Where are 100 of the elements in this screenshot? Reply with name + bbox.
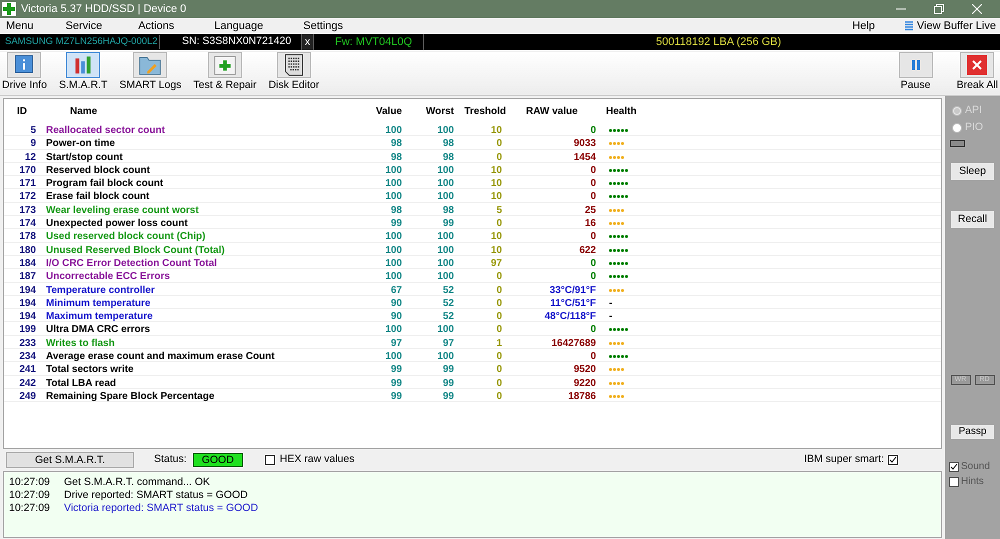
table-cell-text: 90 bbox=[390, 296, 403, 311]
table-cell-text: 171 bbox=[18, 177, 37, 192]
table-cell-text: 52 bbox=[442, 284, 455, 298]
firmware-version: Fw: MVT04L0Q bbox=[314, 34, 424, 50]
log-message: Victoria reported: SMART status = GOOD bbox=[64, 502, 258, 515]
table-cell-text: 10 bbox=[490, 190, 503, 204]
table-cell-text: 0 bbox=[589, 190, 597, 204]
table-cell-text: 0 bbox=[495, 390, 503, 404]
table-cell-text: 0 bbox=[589, 350, 597, 364]
table-cell-text: 100 bbox=[436, 270, 455, 284]
menu-item[interactable]: Service bbox=[60, 19, 102, 33]
attribute-name: Temperature controller bbox=[45, 284, 156, 298]
toolbar-button[interactable]: Drive Info bbox=[0, 52, 49, 94]
table-cell-text: 0 bbox=[495, 150, 503, 165]
cross-icon bbox=[2, 2, 16, 16]
table-cell-text: 0 bbox=[495, 217, 503, 232]
table-cell-text: 9520 bbox=[572, 363, 597, 378]
toolbar-button[interactable]: SMART Logs bbox=[117, 52, 184, 94]
table-cell-text: 170 bbox=[18, 164, 37, 178]
table-cell-text: 5 bbox=[29, 124, 37, 138]
toolbar-button[interactable]: S.M.A.R.T bbox=[56, 52, 110, 94]
menu-item[interactable]: Settings bbox=[297, 19, 343, 33]
menu-item[interactable]: Actions bbox=[132, 19, 174, 33]
view-buffer-button[interactable]: View Buffer Live bbox=[904, 18, 996, 34]
attribute-name: Writes to flash bbox=[45, 336, 116, 351]
column-header: Value bbox=[374, 104, 403, 118]
menu-item[interactable]: Help bbox=[852, 18, 875, 34]
table-cell-text: 98 bbox=[390, 204, 403, 218]
maximize-icon[interactable] bbox=[934, 4, 944, 14]
table-cell-text: 0 bbox=[589, 124, 597, 138]
check-icon bbox=[950, 462, 958, 470]
table-cell-text: 18786 bbox=[567, 390, 597, 404]
attribute-name: Ultra DMA CRC errors bbox=[45, 323, 152, 338]
column-header: ID bbox=[16, 104, 28, 118]
attribute-name: Erase fail block count bbox=[45, 190, 150, 204]
table-cell-text: 100 bbox=[384, 323, 403, 338]
toolbar-button[interactable]: Disk Editor bbox=[266, 52, 322, 94]
table-cell-text: 100 bbox=[436, 124, 455, 138]
table-cell-text: 99 bbox=[390, 376, 403, 391]
table-cell-text: 10 bbox=[490, 164, 503, 178]
table-cell-text: 98 bbox=[442, 137, 455, 152]
menu-item[interactable]: Menu bbox=[0, 19, 34, 33]
table-cell-text: 9 bbox=[29, 137, 37, 152]
table-cell-text: 0 bbox=[495, 376, 503, 391]
ibm-super-smart-checkbox[interactable]: IBM super smart: bbox=[804, 452, 898, 468]
table-cell-text: 100 bbox=[436, 350, 455, 364]
hex-checkbox[interactable]: HEX raw values bbox=[264, 452, 354, 468]
menu-item[interactable]: Language bbox=[208, 19, 264, 33]
close-device-button[interactable]: x bbox=[302, 34, 314, 50]
table-cell-text: 173 bbox=[18, 204, 37, 218]
attribute-name: Total sectors write bbox=[45, 363, 135, 378]
table-cell-text: 25 bbox=[584, 204, 597, 218]
table-cell-text: 98 bbox=[442, 150, 455, 165]
table-cell-text: 0 bbox=[589, 323, 597, 338]
table-cell-text: 0 bbox=[589, 270, 597, 284]
table-cell-text: 174 bbox=[18, 217, 37, 232]
sleep-button[interactable]: Sleep bbox=[951, 163, 994, 180]
table-cell-text: 0 bbox=[589, 230, 597, 244]
attribute-name: Program fail block count bbox=[45, 177, 164, 192]
table-cell-text: 0 bbox=[495, 363, 503, 378]
table-cell-text: 1 bbox=[495, 336, 503, 351]
table-cell-text: 0 bbox=[495, 284, 503, 298]
close-icon[interactable] bbox=[972, 4, 982, 14]
table-cell-text: 241 bbox=[18, 363, 37, 378]
table-cell-text: 52 bbox=[442, 310, 455, 324]
pause-icon bbox=[910, 59, 922, 71]
table-cell-text: 100 bbox=[436, 256, 455, 271]
table-cell-text: 5 bbox=[495, 204, 503, 218]
column-header: Name bbox=[69, 104, 98, 118]
attribute-name: Unexpected power loss count bbox=[45, 217, 189, 232]
table-cell-text: 16 bbox=[584, 217, 597, 232]
table-cell-text: 0 bbox=[495, 270, 503, 284]
capacity: 500118192 LBA (256 GB) bbox=[656, 34, 782, 50]
table-cell-text: 48°C/118°F bbox=[544, 310, 597, 324]
attribute-name: Total LBA read bbox=[45, 376, 118, 391]
log-message: Get S.M.A.R.T. command... OK bbox=[64, 476, 210, 489]
recall-button[interactable]: Recall bbox=[951, 211, 994, 228]
health-text: - bbox=[609, 310, 612, 324]
table-cell-text: 98 bbox=[442, 204, 455, 218]
table-cell-text: 98 bbox=[390, 150, 403, 165]
table-cell-text: 99 bbox=[442, 217, 455, 232]
get-smart-button[interactable]: Get S.M.A.R.T. bbox=[6, 452, 134, 468]
table-cell-text: 1454 bbox=[572, 150, 597, 165]
passp-button[interactable]: Passp bbox=[951, 425, 994, 439]
attribute-name: Power-on time bbox=[45, 137, 116, 152]
table-cell-text: 9220 bbox=[572, 376, 597, 391]
table-cell-text: 172 bbox=[18, 190, 37, 204]
table-cell-text: 99 bbox=[390, 390, 403, 404]
table-cell-text: 33°C/91°F bbox=[548, 284, 597, 298]
table-cell-text: 100 bbox=[384, 177, 403, 192]
table-cell-text: 52 bbox=[442, 296, 455, 311]
table-cell-text: 0 bbox=[495, 323, 503, 338]
attribute-name: Maximum temperature bbox=[45, 310, 154, 324]
table-cell-text: 9033 bbox=[572, 137, 597, 152]
table-cell-text: 0 bbox=[589, 177, 597, 192]
indicator-light bbox=[950, 140, 965, 147]
table-cell-text: 99 bbox=[390, 217, 403, 232]
toolbar-button[interactable]: Test & Repair bbox=[191, 52, 258, 94]
status-indicator: GOOD bbox=[192, 453, 243, 467]
table-cell-text: 100 bbox=[384, 190, 403, 204]
